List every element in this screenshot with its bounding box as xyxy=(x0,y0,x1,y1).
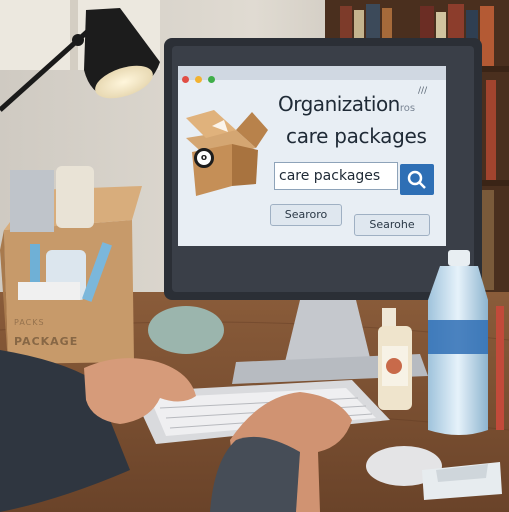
box-print: PACKS PACKAGE xyxy=(14,318,104,354)
maximize-dot-icon[interactable] xyxy=(208,76,216,83)
magnifier-icon xyxy=(407,170,426,189)
water-bottle xyxy=(428,250,488,435)
close-dot-icon[interactable] xyxy=(182,76,189,83)
tab-marks: /// xyxy=(418,86,428,96)
toothbrush xyxy=(496,306,504,430)
search-button-secondary[interactable]: Searoro xyxy=(270,204,342,226)
box-print-main: PACKAGE xyxy=(14,335,79,348)
screen-ui: /// Organizationros care packages care p… xyxy=(178,66,446,246)
page-heading-line1: Organizationros xyxy=(278,92,416,116)
search-input[interactable]: care packages xyxy=(274,162,398,190)
box-logo-icon: o xyxy=(194,148,214,168)
search-button[interactable] xyxy=(400,164,434,195)
box-print-faint: PACKS xyxy=(14,318,45,327)
window-controls xyxy=(182,68,216,87)
photo-scene: /// Organizationros care packages care p… xyxy=(0,0,509,512)
stone-object xyxy=(148,306,224,354)
search-button-tertiary[interactable]: Searohe xyxy=(354,214,430,236)
heading-faint-text: ros xyxy=(399,103,416,114)
page-heading-line2: care packages xyxy=(286,124,427,148)
minimize-dot-icon[interactable] xyxy=(195,76,203,83)
